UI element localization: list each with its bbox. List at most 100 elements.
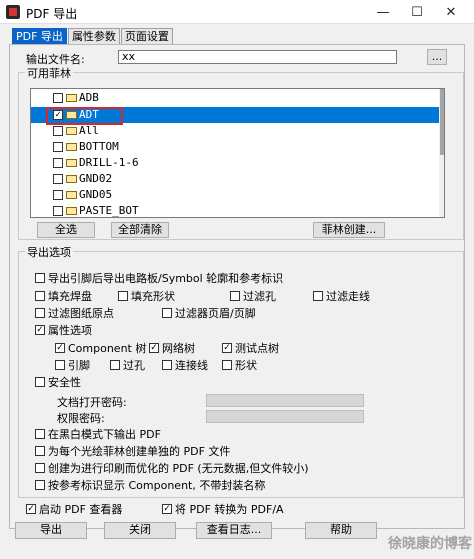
folder-icon (66, 207, 77, 215)
option-attribute-options[interactable]: ✓ 属性选项 (35, 324, 92, 338)
layer-checkbox[interactable] (53, 174, 63, 184)
option-convert-pdfa[interactable]: ✓ 将 PDF 转换为 PDF/A (162, 503, 284, 517)
option-show-by-refdes[interactable]: 按参考标识显示 Component, 不带封装名称 (35, 479, 265, 493)
checkbox[interactable] (162, 360, 172, 370)
scrollbar-thumb[interactable] (440, 89, 444, 155)
checkbox[interactable]: ✓ (55, 343, 65, 353)
clear-all-button[interactable]: 全部清除 (111, 222, 169, 238)
export-options-title: 导出选项 (25, 244, 73, 260)
checkbox[interactable] (162, 308, 172, 318)
checkbox[interactable] (35, 291, 45, 301)
option-net-tree[interactable]: ✓ 网络树 (149, 342, 195, 356)
permission-password-label: 权限密码: (57, 412, 105, 425)
browse-button[interactable]: ... (427, 49, 447, 65)
available-layers-title: 可用菲林 (25, 65, 73, 81)
option-label: 为每个光绘菲林创建单独的 PDF 文件 (48, 445, 231, 458)
option-fill-pads[interactable]: 填充焊盘 (35, 290, 92, 304)
checkbox[interactable] (313, 291, 323, 301)
option-label: 按参考标识显示 Component, 不带封装名称 (48, 479, 266, 492)
close-window-button[interactable]: ✕ (428, 0, 474, 24)
create-layer-button[interactable]: 菲林创建... (313, 222, 385, 238)
checkbox[interactable] (35, 377, 45, 387)
option-filter-origin[interactable]: 过滤图纸原点 (35, 307, 114, 321)
output-file-input[interactable]: xx (118, 50, 397, 64)
layer-checkbox[interactable] (53, 93, 63, 103)
option-label: 过滤孔 (243, 290, 276, 303)
option-label: 连接线 (175, 359, 208, 372)
option-pins[interactable]: 引脚 (55, 359, 90, 373)
option-label: 过滤图纸原点 (48, 307, 114, 320)
checkbox[interactable] (35, 463, 45, 473)
checkbox[interactable] (55, 360, 65, 370)
tab-attribute-params[interactable]: 属性参数 (67, 28, 120, 44)
annotation-highlight-box (46, 107, 123, 125)
tab-pdf-export[interactable]: PDF 导出 (12, 28, 67, 44)
checkbox[interactable]: ✓ (149, 343, 159, 353)
pdf-app-icon (6, 5, 20, 19)
option-label: 过滤走线 (326, 290, 370, 303)
checkbox[interactable]: ✓ (26, 504, 36, 514)
option-vias[interactable]: 过孔 (110, 359, 145, 373)
option-testpoint-tree[interactable]: ✓ 测试点树 (222, 342, 279, 356)
folder-icon (66, 191, 77, 199)
permission-password-field[interactable] (206, 410, 364, 423)
checkbox[interactable] (230, 291, 240, 301)
list-item[interactable]: ADB (31, 90, 439, 106)
layer-checkbox[interactable] (53, 126, 63, 136)
checkbox[interactable] (118, 291, 128, 301)
option-security[interactable]: 安全性 (35, 376, 81, 390)
checkbox[interactable] (35, 273, 45, 283)
list-item[interactable]: BOTTOM (31, 139, 439, 155)
option-label: 将 PDF 转换为 PDF/A (175, 503, 284, 516)
option-pin-board[interactable]: 导出引脚后导出电路板/Symbol 轮廓和参考标识 (35, 272, 283, 286)
checkbox[interactable] (35, 446, 45, 456)
option-filter-header-footer[interactable]: 过滤器页眉/页脚 (162, 307, 256, 321)
option-label: 安全性 (48, 376, 81, 389)
layer-label: DRILL-1-6 (79, 156, 139, 169)
option-filter-traces[interactable]: 过滤走线 (313, 290, 370, 304)
option-separate-pdf[interactable]: 为每个光绘菲林创建单独的 PDF 文件 (35, 445, 230, 459)
checkbox[interactable] (110, 360, 120, 370)
list-item[interactable]: PASTE_BOT (31, 203, 439, 217)
option-shapes[interactable]: 形状 (222, 359, 257, 373)
option-filter-holes[interactable]: 过滤孔 (230, 290, 276, 304)
select-all-button[interactable]: 全选 (37, 222, 95, 238)
layer-checkbox[interactable] (53, 190, 63, 200)
layer-label: ADB (79, 91, 99, 104)
option-label: 过孔 (123, 359, 145, 372)
export-button[interactable]: 导出 (15, 522, 87, 539)
checkbox[interactable] (222, 360, 232, 370)
layer-label: GND02 (79, 172, 113, 185)
checkbox[interactable] (35, 308, 45, 318)
list-item[interactable]: GND05 (31, 187, 439, 203)
layer-checkbox[interactable] (53, 158, 63, 168)
option-component-tree[interactable]: ✓ Component 树 (55, 342, 146, 356)
checkbox[interactable]: ✓ (222, 343, 232, 353)
tree-scrollbar[interactable] (439, 89, 444, 217)
option-label: 填充形状 (131, 290, 175, 303)
close-button[interactable]: 关闭 (104, 522, 176, 539)
watermark-logo: 徐晓康的博客 (388, 536, 472, 552)
tab-page-setup[interactable]: 页面设置 (120, 28, 173, 44)
checkbox[interactable] (35, 480, 45, 490)
list-item[interactable]: GND02 (31, 171, 439, 187)
layer-checkbox[interactable] (53, 142, 63, 152)
title-bar: PDF 导出 — ☐ ✕ (0, 0, 474, 24)
checkbox[interactable] (35, 429, 45, 439)
option-label: 形状 (235, 359, 257, 372)
checkbox[interactable]: ✓ (35, 325, 45, 335)
minimize-icon: — (376, 4, 390, 20)
list-item[interactable]: DRILL-1-6 (31, 155, 439, 171)
option-launch-viewer[interactable]: ✓ 启动 PDF 查看器 (26, 503, 122, 517)
layer-label: GND05 (79, 188, 113, 201)
open-password-field[interactable] (206, 394, 364, 407)
option-black-white[interactable]: 在黑白模式下输出 PDF (35, 428, 161, 442)
layer-checkbox[interactable] (53, 206, 63, 216)
option-fill-shapes[interactable]: 填充形状 (118, 290, 175, 304)
view-log-button[interactable]: 查看日志... (196, 522, 272, 539)
option-connections[interactable]: 连接线 (162, 359, 208, 373)
list-item[interactable]: All (31, 123, 439, 139)
option-print-optimized[interactable]: 创建为进行印刷而优化的 PDF (无元数据,但文件较小) (35, 462, 309, 476)
checkbox[interactable]: ✓ (162, 504, 172, 514)
export-options-group: 导出选项 (18, 244, 464, 498)
